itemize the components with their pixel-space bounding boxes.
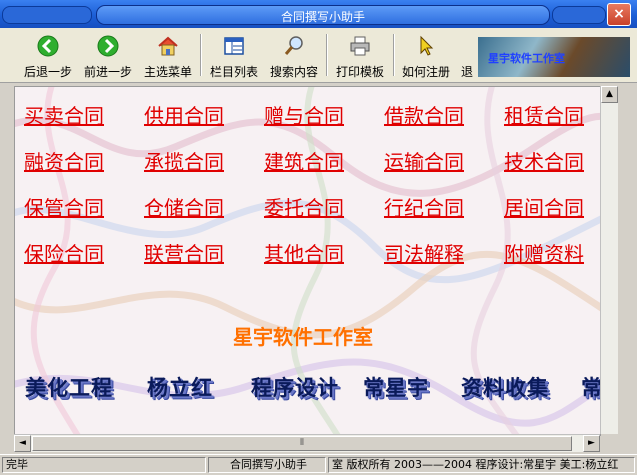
- printer-icon: [350, 36, 370, 56]
- contract-link[interactable]: 仓储合同: [144, 192, 224, 221]
- contract-link[interactable]: 保管合同: [24, 192, 104, 221]
- search-icon: [284, 36, 303, 55]
- contract-link[interactable]: 赠与合同: [264, 100, 344, 129]
- scroll-up-button[interactable]: ▲: [601, 86, 618, 103]
- contract-link[interactable]: 租赁合同: [504, 100, 584, 129]
- contract-link[interactable]: 行纪合同: [384, 192, 464, 221]
- contract-link[interactable]: 居间合同: [504, 192, 584, 221]
- credit-item: 杨立红: [147, 376, 213, 400]
- status-state: 完毕: [2, 457, 206, 473]
- exit-button[interactable]: 退: [458, 31, 476, 79]
- forward-arrow-icon: [97, 35, 119, 57]
- window-title: 合同撰写小助手: [280, 10, 365, 24]
- toolbar-separator: [200, 34, 202, 76]
- credit-item: 常星宇: [363, 376, 429, 400]
- back-button[interactable]: 后退一步: [20, 31, 76, 79]
- vertical-scrollbar[interactable]: ▲: [600, 86, 618, 434]
- contract-link[interactable]: 买卖合同: [24, 100, 104, 129]
- contract-link[interactable]: 其他合同: [264, 238, 344, 267]
- banner-text: 星宇软件工作室: [488, 52, 565, 65]
- credit-item: 常: [581, 376, 601, 400]
- contract-link[interactable]: 供用合同: [144, 100, 224, 129]
- scroll-left-button[interactable]: ◄: [14, 435, 31, 452]
- cursor-icon: [420, 35, 434, 56]
- title-decor-left: [2, 6, 92, 24]
- column-list-button[interactable]: 栏目列表: [206, 31, 262, 79]
- register-label: 如何注册: [401, 65, 450, 79]
- contract-link[interactable]: 委托合同: [264, 192, 344, 221]
- status-bar: 完毕 合同撰写小助手 室 版权所有 2003——2004 程序设计:常星宇 美工…: [0, 454, 637, 475]
- contract-link[interactable]: 借款合同: [384, 100, 464, 129]
- forward-label: 前进一步: [83, 65, 132, 79]
- home-icon: [158, 36, 178, 56]
- contract-link[interactable]: 司法解释: [384, 238, 464, 267]
- contract-link[interactable]: 建筑合同: [264, 146, 344, 175]
- list-icon: [224, 37, 244, 55]
- search-button[interactable]: 搜索内容: [266, 31, 322, 79]
- studio-name: 星宇软件工作室: [233, 325, 373, 349]
- forward-button[interactable]: 前进一步: [80, 31, 136, 79]
- main-menu-label: 主选菜单: [143, 65, 192, 79]
- print-template-label: 打印模板: [335, 65, 384, 79]
- credit-item: 程序设计: [251, 376, 339, 400]
- print-template-button[interactable]: 打印模板: [332, 31, 388, 79]
- status-app: 合同撰写小助手: [208, 457, 326, 473]
- toolbar-banner: 星宇软件工作室: [478, 37, 630, 77]
- exit-label: 退: [460, 65, 473, 79]
- column-list-label: 栏目列表: [209, 65, 258, 79]
- scroll-right-button[interactable]: ►: [583, 435, 600, 452]
- contract-link[interactable]: 附赠资料: [504, 238, 584, 267]
- credit-item: 美化工程: [25, 376, 113, 400]
- contract-link[interactable]: 承揽合同: [144, 146, 224, 175]
- contract-link[interactable]: 技术合同: [504, 146, 584, 175]
- close-button[interactable]: ×: [607, 3, 631, 26]
- status-copyright: 室 版权所有 2003——2004 程序设计:常星宇 美工:杨立红: [328, 457, 635, 473]
- back-arrow-icon: [37, 35, 59, 57]
- title-box: 合同撰写小助手: [96, 5, 550, 25]
- search-label: 搜索内容: [269, 65, 318, 79]
- contract-link[interactable]: 联营合同: [144, 238, 224, 267]
- content-area: 买卖合同 供用合同 赠与合同 借款合同 租赁合同 融资合同 承揽合同 建筑合同 …: [14, 86, 601, 436]
- scroll-thumb[interactable]: ⦀: [32, 436, 572, 451]
- credit-item: 资料收集: [461, 376, 549, 400]
- toolbar-separator: [326, 34, 328, 76]
- contract-link[interactable]: 运输合同: [384, 146, 464, 175]
- horizontal-scrollbar[interactable]: ◄ ⦀ ►: [14, 434, 600, 452]
- toolbar-separator: [393, 34, 395, 76]
- title-bar: 合同撰写小助手 ×: [0, 0, 637, 28]
- register-button[interactable]: 如何注册: [398, 31, 454, 79]
- title-decor-right: [552, 6, 606, 24]
- back-label: 后退一步: [23, 65, 72, 79]
- main-menu-button[interactable]: 主选菜单: [140, 31, 196, 79]
- contract-link[interactable]: 融资合同: [24, 146, 104, 175]
- contract-link[interactable]: 保险合同: [24, 238, 104, 267]
